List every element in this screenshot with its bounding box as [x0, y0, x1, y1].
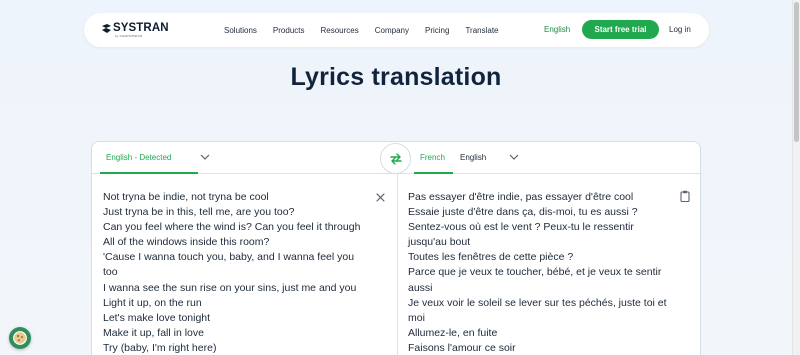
target-language-tab-french[interactable]: French	[420, 153, 445, 162]
login-link[interactable]: Log in	[669, 25, 691, 34]
source-line: Not tryna be indie, not tryna be cool	[103, 191, 269, 203]
source-line: Light it up, on the run	[103, 296, 202, 309]
target-line: Toutes les fenêtres de cette pièce ?	[408, 251, 574, 264]
cookie-settings-button[interactable]	[9, 327, 31, 349]
translated-text-output: Pas essayer d'être indie, pas essayer d'…	[408, 190, 688, 355]
panel-divider	[397, 174, 398, 355]
nav-link-resources[interactable]: Resources	[321, 26, 359, 35]
cookie-icon	[13, 331, 27, 345]
chevron-down-icon[interactable]	[200, 153, 210, 161]
language-switcher[interactable]: English	[544, 25, 570, 34]
clear-text-button[interactable]	[375, 190, 386, 202]
nav-links: Solutions Products Resources Company Pri…	[224, 13, 515, 47]
source-line: Can you feel where the wind is? Can you …	[103, 221, 361, 234]
source-line: All of the windows inside this room?	[103, 236, 270, 249]
scrollbar-thumb[interactable]	[794, 2, 799, 142]
source-tab-underline	[100, 172, 198, 174]
logo-subtitle: by CHAPSVISION	[115, 34, 143, 38]
nav-link-products[interactable]: Products	[273, 26, 305, 35]
source-line: I wanna see the sun rise on your sins, j…	[103, 281, 357, 294]
swap-arrows-icon	[390, 153, 402, 165]
target-line: jusqu'au bout	[408, 236, 471, 249]
source-line: Make it up, fall in love	[103, 326, 204, 339]
target-line: Faisons l'amour ce soir	[408, 341, 516, 354]
target-line: Allumez-le, en fuite	[408, 326, 498, 339]
target-line: Pas essayer d'être indie, pas essayer d'…	[408, 191, 634, 203]
chevron-down-icon[interactable]	[509, 153, 519, 161]
target-line: Je veux voir le soleil se lever sur tes …	[408, 296, 667, 309]
nav-link-solutions[interactable]: Solutions	[224, 26, 257, 35]
nav-link-pricing[interactable]: Pricing	[425, 26, 449, 35]
start-free-trial-button[interactable]: Start free trial	[582, 20, 659, 39]
translator-card: English - Detected French English Not tr…	[91, 141, 702, 355]
top-navbar: SYSTRAN by CHAPSVISION Solutions Product…	[84, 13, 709, 47]
nav-link-company[interactable]: Company	[375, 26, 409, 35]
source-text-input[interactable]: Not tryna be indie, not tryna be cool Ju…	[103, 190, 378, 355]
source-line: Just tryna be in this, tell me, are you …	[103, 206, 295, 219]
target-tab-underline	[414, 172, 453, 174]
page-scrollbar[interactable]	[792, 0, 800, 355]
swap-languages-button[interactable]	[380, 143, 411, 174]
source-line: Try (baby, I'm right here)	[103, 341, 217, 354]
target-line: Parce que je veux te toucher, bébé, et j…	[408, 266, 662, 279]
target-language-tab-english[interactable]: English	[460, 153, 486, 162]
systran-logo[interactable]: SYSTRAN by CHAPSVISION	[101, 22, 169, 38]
source-line: 'Cause I wanna touch you, baby, and I wa…	[103, 251, 355, 264]
copy-translation-button[interactable]	[680, 189, 690, 203]
source-line: Let's make love tonight	[103, 311, 211, 324]
page-title: Lyrics translation	[290, 63, 502, 91]
target-line: Essaie juste d'être dans ça, dis-moi, tu…	[408, 206, 638, 219]
close-icon	[376, 193, 385, 202]
clipboard-icon	[680, 190, 690, 203]
target-line: moi	[408, 311, 425, 324]
nav-link-translate[interactable]: Translate	[465, 26, 498, 35]
target-line: aussi	[408, 281, 433, 294]
logo-mark-icon	[102, 24, 111, 33]
target-line: Sentez-vous où est le vent ? Peux-tu le …	[408, 221, 634, 234]
source-language-tab[interactable]: English - Detected	[106, 153, 171, 162]
source-line: too	[103, 266, 118, 279]
